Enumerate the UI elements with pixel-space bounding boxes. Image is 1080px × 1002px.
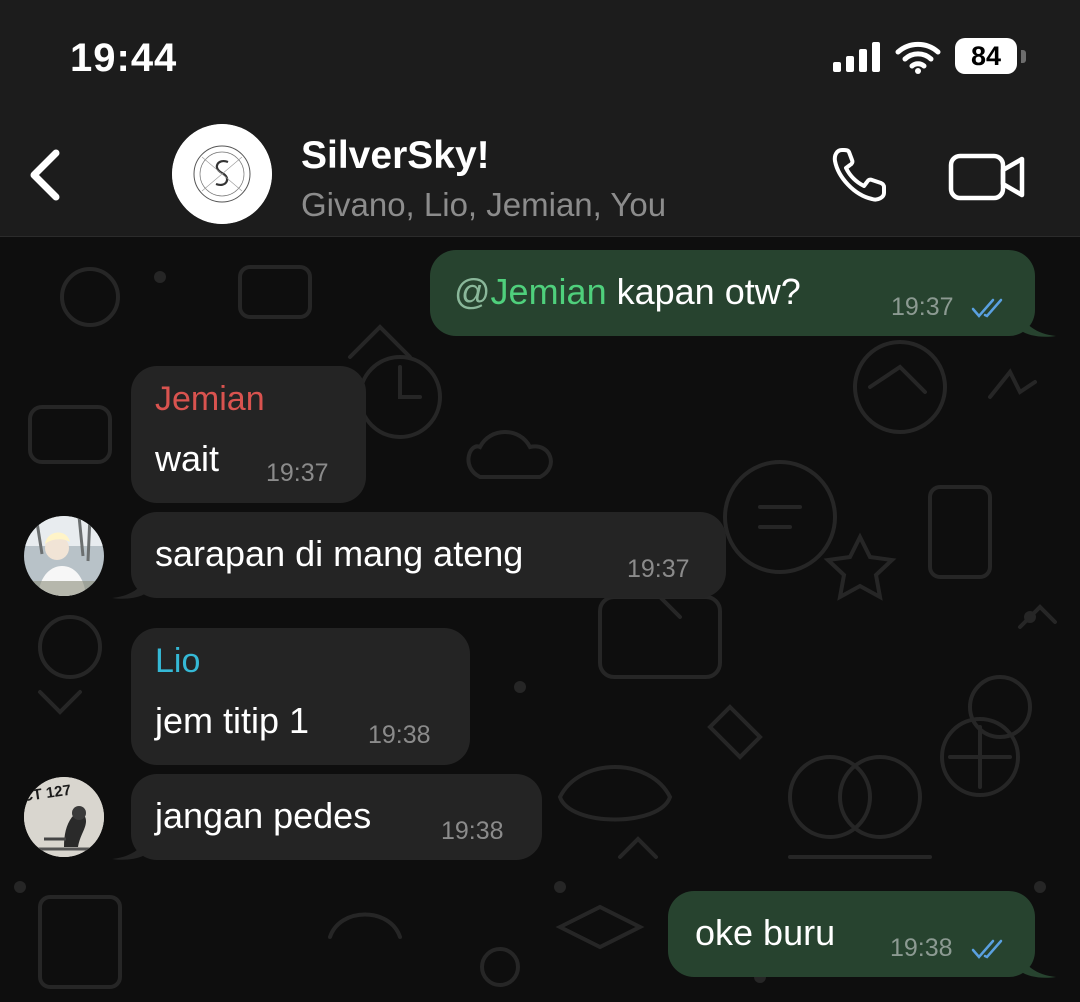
group-title[interactable]: SilverSky! bbox=[301, 134, 490, 178]
message-bubble-incoming[interactable]: jangan pedes 19:38 bbox=[131, 774, 542, 860]
mention-name[interactable]: Jemian bbox=[491, 271, 607, 312]
message-text: sarapan di mang ateng bbox=[155, 533, 524, 574]
message-list[interactable]: @Jemian kapan otw? 19:37 Jemian wait 19:… bbox=[0, 237, 1080, 1002]
avatar-lio[interactable]: CT 127 bbox=[24, 777, 104, 857]
message-time: 19:37 bbox=[891, 293, 954, 321]
battery-level: 84 bbox=[970, 40, 1002, 71]
read-receipt-icon bbox=[971, 939, 1003, 959]
status-time: 19:44 bbox=[70, 36, 178, 80]
mention-prefix: @ bbox=[454, 271, 491, 312]
message-text: jem titip 1 bbox=[155, 700, 310, 741]
sender-name[interactable]: Jemian bbox=[155, 380, 265, 419]
battery-tip bbox=[1021, 50, 1026, 63]
voice-call-button[interactable] bbox=[828, 145, 892, 205]
video-call-button[interactable] bbox=[948, 152, 1026, 202]
group-members[interactable]: Givano, Lio, Jemian, You bbox=[301, 186, 666, 224]
battery-indicator: 84 bbox=[955, 38, 1017, 74]
read-receipt-icon bbox=[971, 298, 1003, 318]
message-body: kapan otw? bbox=[606, 271, 801, 312]
signal-icon bbox=[833, 42, 880, 72]
message-text: wait bbox=[155, 438, 220, 479]
chat-wallpaper bbox=[14, 265, 1057, 989]
message-time: 19:38 bbox=[890, 934, 953, 962]
bubble-tail bbox=[1020, 312, 1056, 337]
bubble-tail bbox=[112, 835, 148, 860]
avatar-jemian[interactable] bbox=[24, 516, 104, 596]
message-bubble-incoming[interactable]: sarapan di mang ateng 19:37 bbox=[131, 512, 726, 598]
group-avatar[interactable] bbox=[172, 124, 272, 224]
message-bubble-outgoing[interactable]: oke buru 19:38 bbox=[668, 891, 1035, 977]
message-text: oke buru bbox=[695, 912, 836, 953]
back-button[interactable] bbox=[24, 143, 68, 207]
message-bubble-incoming[interactable]: Lio jem titip 1 19:38 bbox=[131, 628, 470, 765]
message-text: @Jemian kapan otw? bbox=[454, 271, 801, 313]
message-time: 19:37 bbox=[627, 555, 690, 583]
message-bubble-incoming[interactable]: Jemian wait 19:37 bbox=[131, 366, 366, 503]
message-time: 19:38 bbox=[368, 721, 431, 749]
message-text: jangan pedes bbox=[155, 795, 372, 836]
message-bubble-outgoing[interactable]: @Jemian kapan otw? 19:37 bbox=[430, 250, 1035, 336]
chat-screen: 19:44 84 SilverSky! Givano, Lio, Jemian,… bbox=[0, 0, 1080, 1002]
message-time: 19:38 bbox=[441, 817, 504, 845]
message-time: 19:37 bbox=[266, 459, 329, 487]
bubble-tail bbox=[112, 574, 148, 599]
wifi-icon bbox=[895, 41, 941, 74]
sender-name[interactable]: Lio bbox=[155, 642, 200, 681]
top-bar: 19:44 84 SilverSky! Givano, Lio, Jemian,… bbox=[0, 0, 1080, 237]
bubble-tail bbox=[1020, 953, 1056, 978]
